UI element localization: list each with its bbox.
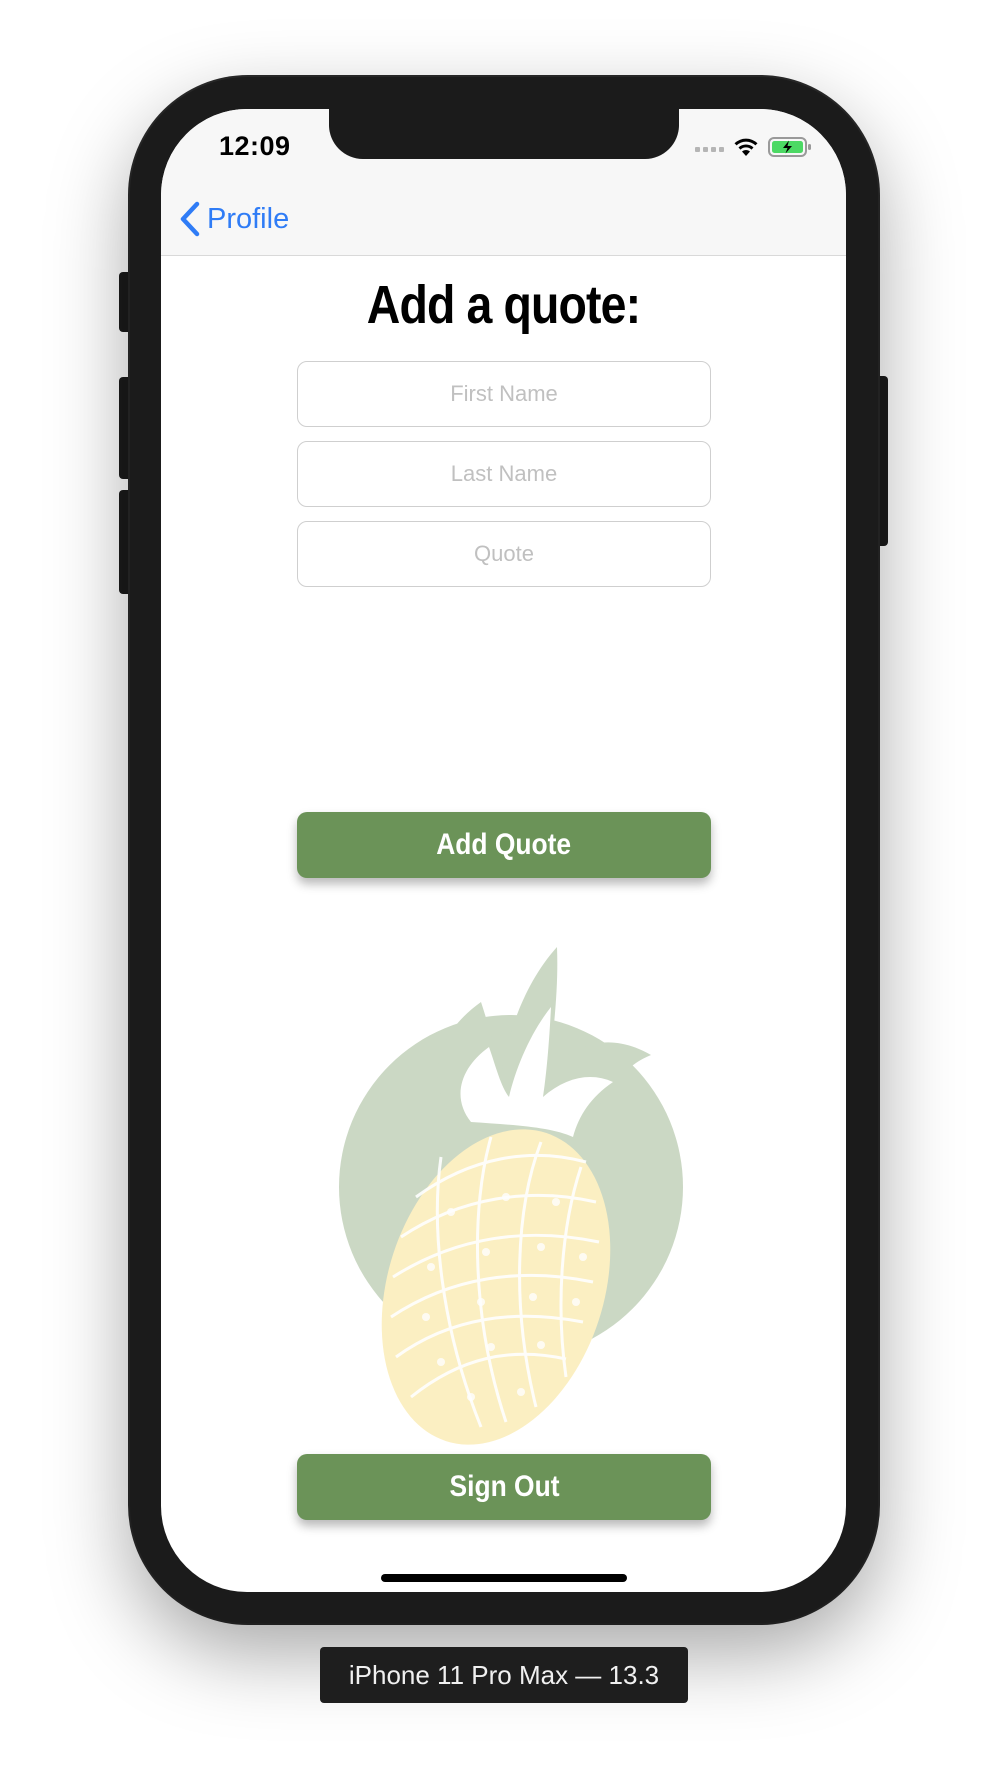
add-quote-button[interactable]: Add Quote: [297, 812, 711, 878]
last-name-field[interactable]: [297, 441, 711, 507]
pineapple-icon: [339, 947, 683, 1445]
back-button[interactable]: Profile: [179, 201, 289, 237]
status-icons: [695, 135, 812, 159]
phone-frame: 12:09 Profile Add a quote: First Name La…: [130, 77, 878, 1623]
add-quote-button-label: Add Quote: [436, 828, 572, 861]
sign-out-button[interactable]: Sign Out: [297, 1454, 711, 1520]
sign-out-button-label: Sign Out: [448, 1470, 559, 1503]
page-title: Add a quote:: [366, 275, 641, 335]
first-name-field[interactable]: [297, 361, 711, 427]
screen: 12:09 Profile Add a quote: First Name La…: [161, 109, 846, 1592]
wifi-icon: [734, 138, 758, 156]
quote-field[interactable]: [297, 521, 711, 587]
home-indicator[interactable]: [381, 1574, 627, 1582]
cellular-signal-icon: [695, 142, 724, 152]
notch: [329, 109, 679, 159]
battery-charging-icon: [768, 137, 811, 157]
device-label: iPhone 11 Pro Max — 13.3: [320, 1647, 688, 1703]
chevron-left-icon: [180, 201, 200, 237]
status-time: 12:09: [219, 131, 291, 161]
back-button-label: Profile: [207, 202, 290, 235]
